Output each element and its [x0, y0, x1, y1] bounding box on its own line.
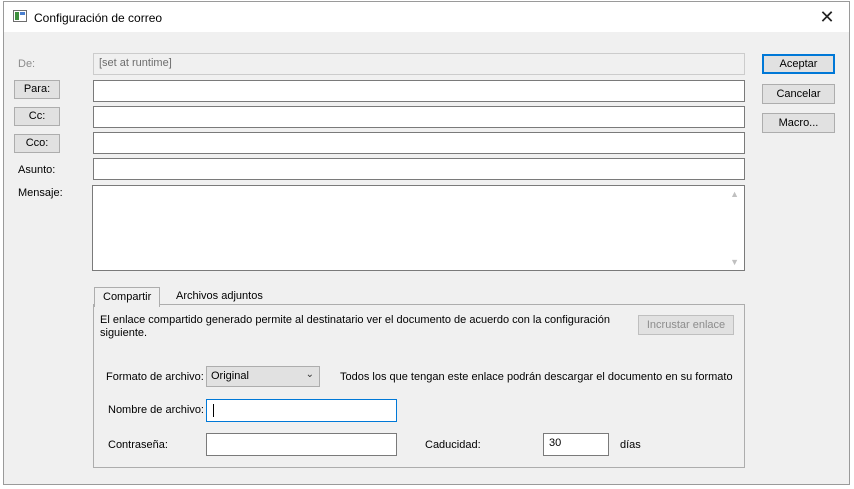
filename-input[interactable]: [206, 399, 397, 422]
from-label: De:: [18, 58, 36, 70]
format-value: Original: [211, 370, 249, 382]
format-select[interactable]: Original ⌄: [206, 366, 320, 387]
password-input[interactable]: [206, 433, 397, 456]
to-button[interactable]: Para:: [14, 80, 60, 99]
bcc-button[interactable]: Cco:: [14, 134, 60, 153]
format-label: Formato de archivo:: [106, 371, 204, 383]
scroll-up-icon[interactable]: ▲: [730, 189, 739, 199]
message-label: Mensaje:: [18, 187, 63, 199]
window-title: Configuración de correo: [34, 11, 163, 25]
scroll-down-icon[interactable]: ▼: [730, 257, 739, 267]
subject-label: Asunto:: [18, 164, 56, 176]
tab-attachments[interactable]: Archivos adjuntos: [168, 287, 271, 305]
accept-button[interactable]: Aceptar: [762, 54, 835, 74]
tab-active-mask: [95, 304, 159, 306]
from-field: [set at runtime]: [93, 53, 745, 75]
filename-label: Nombre de archivo:: [108, 404, 204, 416]
message-textarea[interactable]: ▲ ▼: [92, 185, 745, 271]
title-bar: Configuración de correo ✕: [4, 2, 849, 32]
bcc-field[interactable]: [93, 132, 745, 154]
format-note: Todos los que tengan este enlace podrán …: [340, 371, 733, 383]
close-icon[interactable]: ✕: [805, 2, 849, 32]
cc-field[interactable]: [93, 106, 745, 128]
password-label: Contraseña:: [108, 439, 168, 451]
macro-button[interactable]: Macro...: [762, 113, 835, 133]
embed-link-button: Incrustar enlace: [638, 315, 734, 335]
expiry-unit: días: [620, 439, 641, 451]
subject-field[interactable]: [93, 158, 745, 180]
text-caret: [213, 404, 214, 417]
to-field[interactable]: [93, 80, 745, 102]
cancel-button[interactable]: Cancelar: [762, 84, 835, 104]
expiry-input[interactable]: 30: [543, 433, 609, 456]
chevron-down-icon: ⌄: [305, 369, 314, 380]
cc-button[interactable]: Cc:: [14, 107, 60, 126]
share-description: El enlace compartido generado permite al…: [100, 314, 610, 339]
app-icon: [13, 10, 27, 22]
expiry-label: Caducidad:: [425, 439, 481, 451]
